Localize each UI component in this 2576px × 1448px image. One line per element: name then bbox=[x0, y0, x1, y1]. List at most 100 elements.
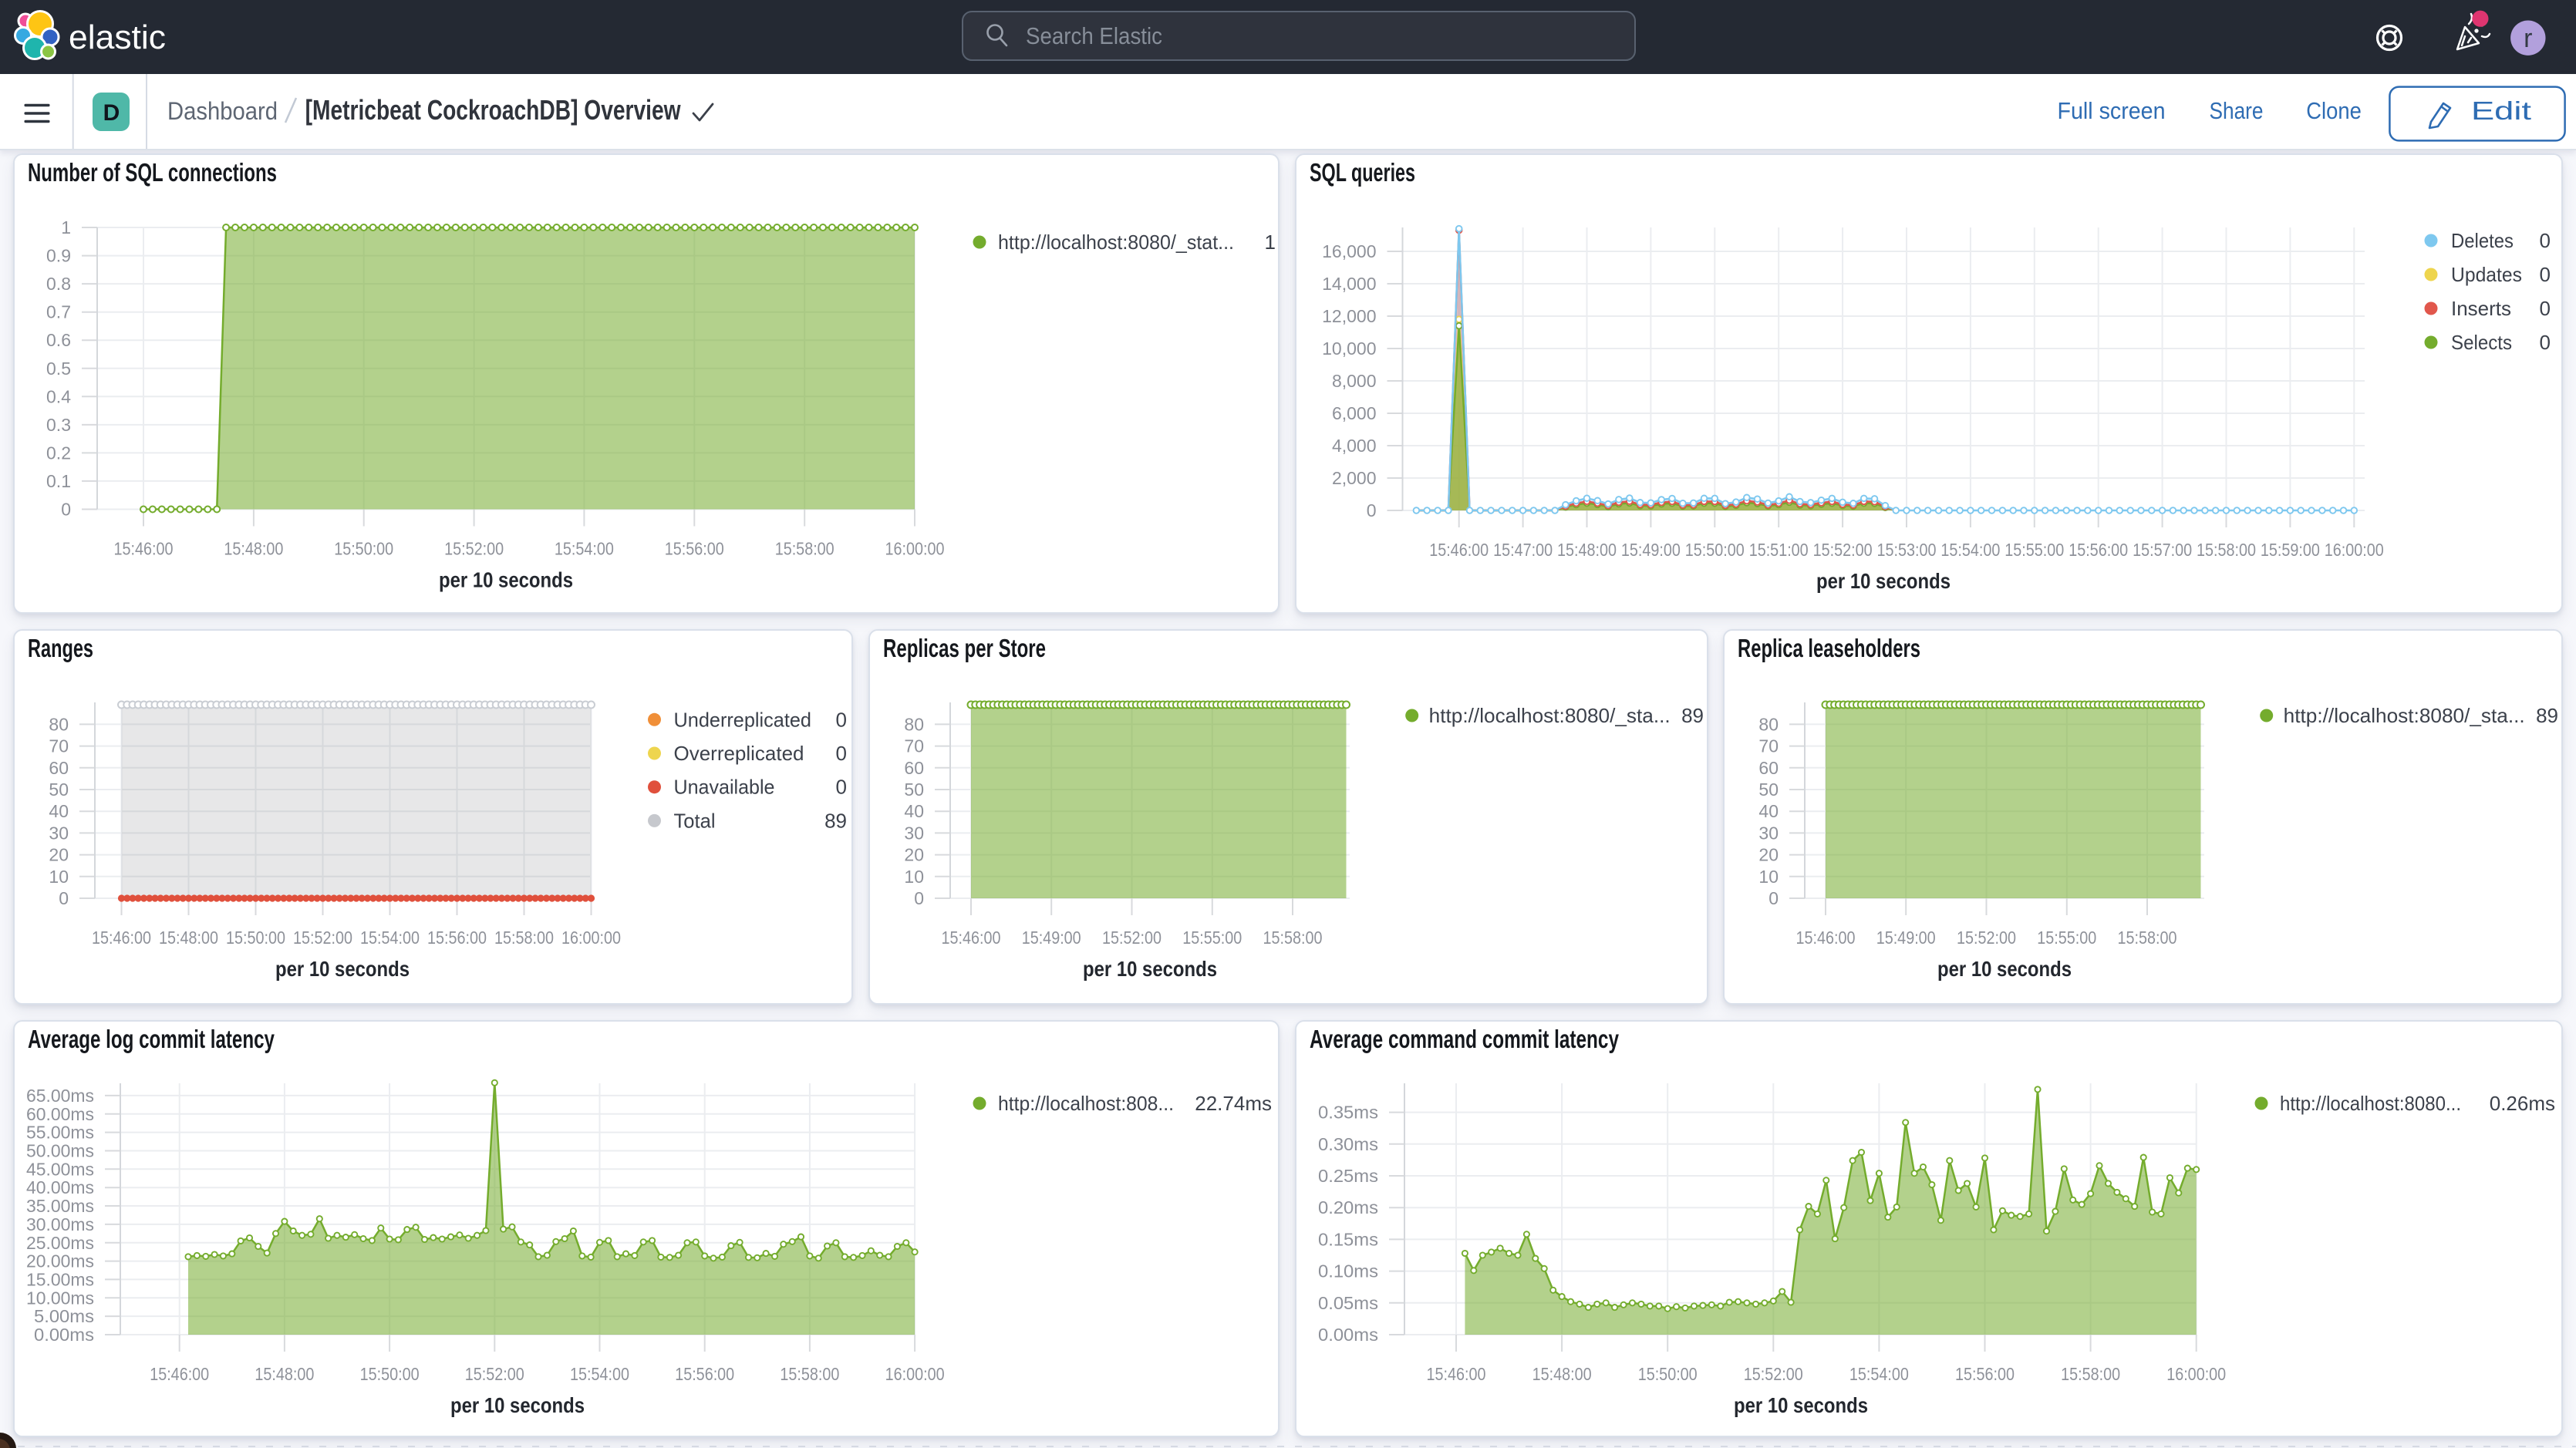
svg-text:15:55:00: 15:55:00 bbox=[2038, 928, 2097, 948]
svg-text:15:46:00: 15:46:00 bbox=[1429, 540, 1489, 560]
svg-text:per 10 seconds: per 10 seconds bbox=[1816, 569, 1951, 593]
svg-text:Share: Share bbox=[2210, 97, 2264, 124]
svg-text:15:56:00: 15:56:00 bbox=[665, 539, 724, 559]
svg-text:0.5: 0.5 bbox=[46, 359, 71, 379]
svg-text:[Metricbeat CockroachDB] Overv: [Metricbeat CockroachDB] Overview bbox=[305, 94, 682, 126]
svg-text:15:46:00: 15:46:00 bbox=[150, 1364, 209, 1384]
svg-text:6,000: 6,000 bbox=[1332, 403, 1377, 423]
svg-text:http://localhost:8080/_stat...: http://localhost:8080/_stat... bbox=[998, 231, 1234, 254]
svg-text:Replica leaseholders: Replica leaseholders bbox=[1738, 634, 1920, 662]
svg-text:89: 89 bbox=[824, 809, 847, 832]
svg-text:20: 20 bbox=[904, 845, 924, 865]
svg-text:8,000: 8,000 bbox=[1332, 371, 1377, 391]
svg-text:Clone: Clone bbox=[2306, 97, 2362, 124]
svg-text:15:58:00: 15:58:00 bbox=[1263, 928, 1322, 948]
svg-text:20.00ms: 20.00ms bbox=[26, 1251, 94, 1271]
svg-text:60.00ms: 60.00ms bbox=[26, 1104, 94, 1124]
svg-text:15:48:00: 15:48:00 bbox=[224, 539, 283, 559]
svg-text:0.9: 0.9 bbox=[46, 246, 71, 266]
svg-text:15:46:00: 15:46:00 bbox=[941, 928, 1000, 948]
svg-text:0.3: 0.3 bbox=[46, 415, 71, 435]
svg-text:70: 70 bbox=[904, 736, 924, 756]
svg-text:15:53:00: 15:53:00 bbox=[1877, 540, 1937, 560]
svg-text:Full screen: Full screen bbox=[2058, 97, 2166, 124]
svg-text:16:00:00: 16:00:00 bbox=[561, 928, 621, 948]
svg-text:30: 30 bbox=[1759, 823, 1779, 843]
svg-text:15:50:00: 15:50:00 bbox=[226, 928, 285, 948]
svg-text:15:55:00: 15:55:00 bbox=[2004, 540, 2064, 560]
svg-text:15:47:00: 15:47:00 bbox=[1493, 540, 1553, 560]
svg-text:0.4: 0.4 bbox=[46, 386, 71, 406]
svg-text:12,000: 12,000 bbox=[1322, 306, 1376, 326]
svg-text:15:59:00: 15:59:00 bbox=[2261, 540, 2320, 560]
svg-text:15:52:00: 15:52:00 bbox=[1813, 540, 1873, 560]
svg-text:Updates: Updates bbox=[2451, 263, 2522, 286]
svg-text:15:52:00: 15:52:00 bbox=[444, 539, 504, 559]
svg-text:50: 50 bbox=[1759, 780, 1779, 800]
svg-text:0.1: 0.1 bbox=[46, 471, 71, 491]
svg-text:0: 0 bbox=[61, 500, 71, 520]
svg-text:15:46:00: 15:46:00 bbox=[1427, 1364, 1486, 1384]
svg-text:22.74ms: 22.74ms bbox=[1195, 1092, 1272, 1115]
svg-text:0: 0 bbox=[2540, 229, 2551, 252]
svg-text:SQL queries: SQL queries bbox=[1310, 158, 1415, 187]
svg-text:0.00ms: 0.00ms bbox=[1318, 1325, 1378, 1345]
svg-text:15:54:00: 15:54:00 bbox=[570, 1364, 629, 1384]
svg-text:0.25ms: 0.25ms bbox=[1318, 1166, 1378, 1186]
svg-text:15:48:00: 15:48:00 bbox=[1557, 540, 1617, 560]
svg-text:30: 30 bbox=[904, 823, 924, 843]
svg-text:20: 20 bbox=[49, 845, 69, 865]
svg-text:30.00ms: 30.00ms bbox=[26, 1214, 94, 1234]
svg-text:0.7: 0.7 bbox=[46, 302, 71, 322]
svg-text:15:52:00: 15:52:00 bbox=[1957, 928, 2016, 948]
svg-text:Overreplicated: Overreplicated bbox=[674, 742, 804, 765]
svg-text:20: 20 bbox=[1759, 845, 1779, 865]
svg-text:Deletes: Deletes bbox=[2451, 229, 2514, 252]
svg-text:15:50:00: 15:50:00 bbox=[1638, 1364, 1698, 1384]
svg-text:40: 40 bbox=[1759, 801, 1779, 821]
svg-text:0: 0 bbox=[1367, 500, 1377, 520]
svg-text:Unavailable: Unavailable bbox=[674, 776, 775, 799]
svg-text:15:56:00: 15:56:00 bbox=[1955, 1364, 2015, 1384]
svg-text:15:57:00: 15:57:00 bbox=[2133, 540, 2192, 560]
svg-text:15:58:00: 15:58:00 bbox=[2118, 928, 2177, 948]
svg-text:15:58:00: 15:58:00 bbox=[780, 1364, 839, 1384]
svg-text:per 10 seconds: per 10 seconds bbox=[1734, 1393, 1868, 1417]
svg-text:15:50:00: 15:50:00 bbox=[1685, 540, 1745, 560]
svg-text:16:00:00: 16:00:00 bbox=[885, 539, 945, 559]
svg-text:per 10 seconds: per 10 seconds bbox=[1083, 957, 1217, 981]
svg-text:Selects: Selects bbox=[2451, 331, 2512, 354]
svg-text:50: 50 bbox=[904, 780, 924, 800]
svg-text:70: 70 bbox=[1759, 736, 1779, 756]
svg-text:0.15ms: 0.15ms bbox=[1318, 1229, 1378, 1249]
svg-text:0.6: 0.6 bbox=[46, 330, 71, 350]
svg-text:0: 0 bbox=[59, 888, 69, 908]
svg-text:15:56:00: 15:56:00 bbox=[675, 1364, 734, 1384]
svg-text:0: 0 bbox=[836, 708, 847, 731]
svg-text:http://localhost:8080/_sta...: http://localhost:8080/_sta... bbox=[2284, 704, 2525, 727]
svg-text:16:00:00: 16:00:00 bbox=[885, 1364, 945, 1384]
svg-text:40: 40 bbox=[904, 801, 924, 821]
svg-text:1: 1 bbox=[1265, 231, 1276, 254]
svg-text:15:49:00: 15:49:00 bbox=[1876, 928, 1936, 948]
svg-text:15:46:00: 15:46:00 bbox=[1796, 928, 1856, 948]
svg-text:per 10 seconds: per 10 seconds bbox=[450, 1393, 585, 1417]
svg-text:4,000: 4,000 bbox=[1332, 436, 1377, 456]
svg-text:10,000: 10,000 bbox=[1322, 338, 1376, 359]
svg-text:Search Elastic: Search Elastic bbox=[1026, 22, 1162, 49]
svg-text:Number of SQL connections: Number of SQL connections bbox=[28, 158, 277, 187]
svg-text:30: 30 bbox=[49, 823, 69, 843]
svg-text:80: 80 bbox=[49, 714, 69, 734]
svg-text:15.00ms: 15.00ms bbox=[26, 1269, 94, 1289]
svg-text:89: 89 bbox=[2536, 704, 2558, 727]
svg-text:40.00ms: 40.00ms bbox=[26, 1177, 94, 1197]
svg-text:15:54:00: 15:54:00 bbox=[1849, 1364, 1909, 1384]
svg-text:15:51:00: 15:51:00 bbox=[1749, 540, 1809, 560]
svg-text:15:56:00: 15:56:00 bbox=[427, 928, 487, 948]
svg-text:15:52:00: 15:52:00 bbox=[1102, 928, 1162, 948]
svg-text:Edit: Edit bbox=[2471, 96, 2531, 125]
svg-text:15:54:00: 15:54:00 bbox=[555, 539, 614, 559]
svg-text:15:50:00: 15:50:00 bbox=[334, 539, 393, 559]
svg-text:Average log commit latency: Average log commit latency bbox=[28, 1025, 275, 1053]
svg-text:15:52:00: 15:52:00 bbox=[1744, 1364, 1803, 1384]
